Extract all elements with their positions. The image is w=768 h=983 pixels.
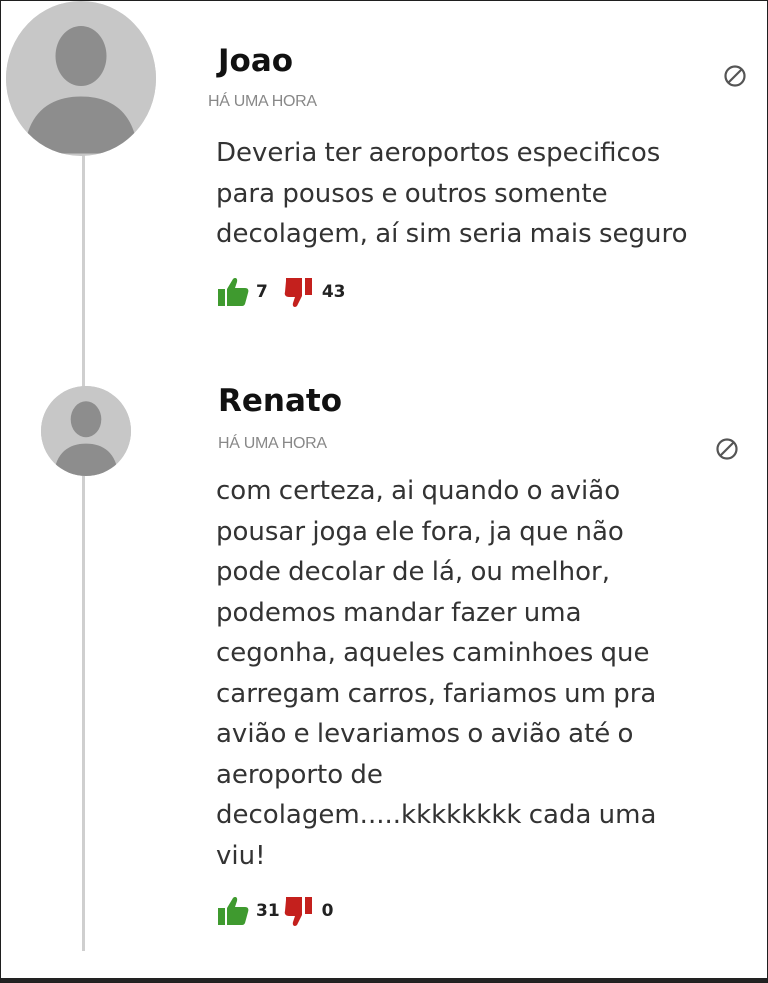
comment-author[interactable]: Renato	[218, 381, 747, 421]
thumbs-down-icon[interactable]	[282, 894, 316, 928]
avatar-renato[interactable]	[41, 386, 131, 476]
bottom-border	[1, 978, 767, 982]
block-icon[interactable]	[723, 64, 747, 88]
thread-line	[82, 151, 85, 951]
comment-text: com certeza, ai quando o avião pousar jo…	[216, 476, 657, 871]
comment-timestamp: HÁ UMA HORA	[208, 93, 317, 110]
thumbs-down-icon[interactable]	[282, 275, 316, 309]
thumbs-up-icon[interactable]	[216, 275, 250, 309]
thumbs-up-icon[interactable]	[216, 894, 250, 928]
like-count: 7	[256, 281, 268, 302]
comment: Joao HÁ UMA HORA Deveria ter aeroportos …	[208, 41, 747, 309]
comment: Renato HÁ UMA HORA com certeza, ai quand…	[216, 381, 747, 928]
vote-bar: 7 43	[216, 275, 747, 309]
user-silhouette-icon	[6, 3, 156, 154]
comment-author[interactable]: Joao	[218, 41, 747, 81]
avatar-joao[interactable]	[6, 1, 156, 156]
vote-bar: 31 0	[216, 894, 747, 928]
user-silhouette-icon	[41, 386, 131, 476]
comments-screenshot: Joao HÁ UMA HORA Deveria ter aeroportos …	[0, 0, 768, 983]
dislike-count: 0	[321, 901, 334, 921]
dislike-count: 43	[321, 281, 346, 302]
comment-text: Deveria ter aeroportos especificos para …	[216, 138, 688, 249]
block-icon[interactable]	[715, 437, 739, 461]
like-count: 31	[256, 901, 280, 921]
comment-timestamp: HÁ UMA HORA	[218, 435, 327, 452]
